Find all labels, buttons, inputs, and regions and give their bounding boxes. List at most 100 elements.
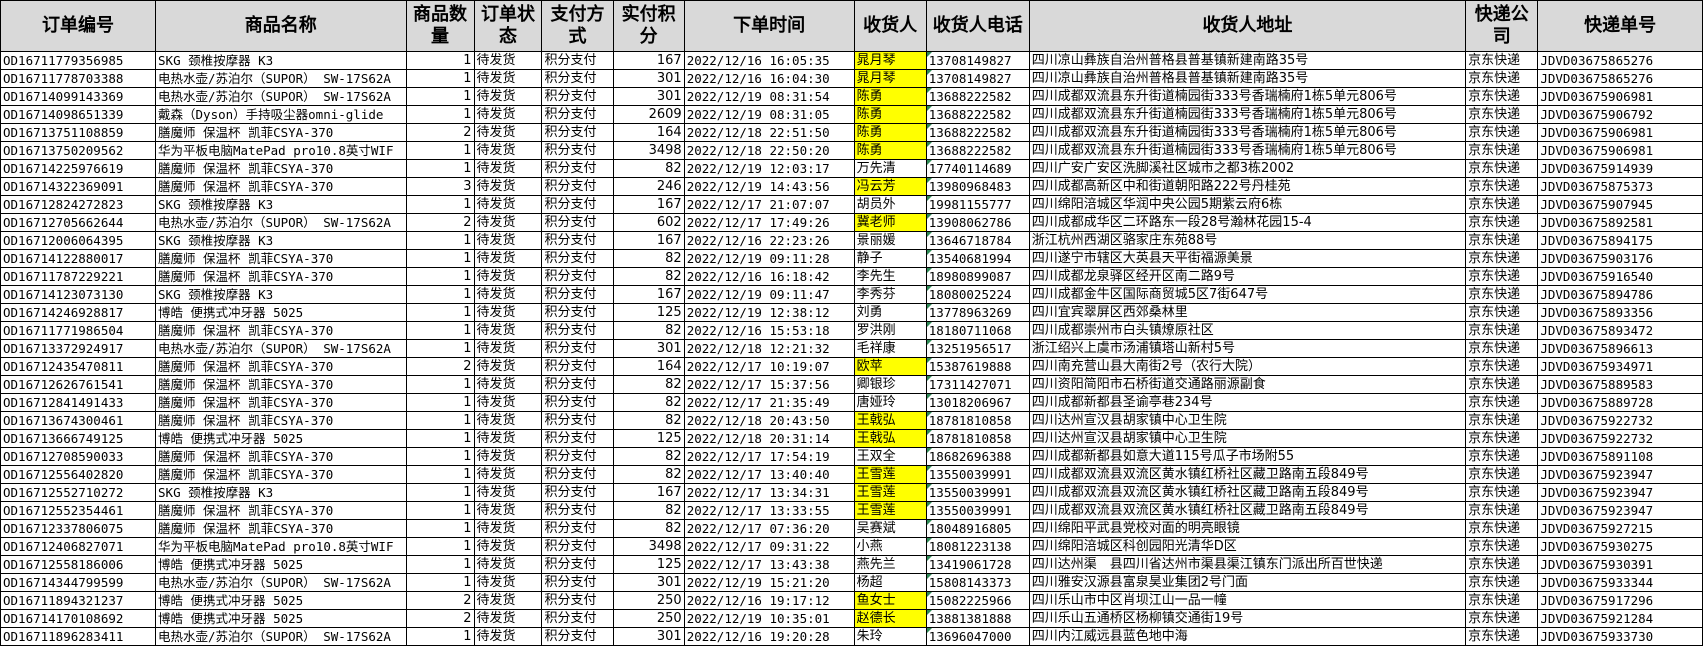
quantity-cell[interactable]: 2 <box>405 609 475 628</box>
courier-cell[interactable]: 京东快递 <box>1465 447 1539 466</box>
order-time-cell[interactable]: 2022/12/19 10:35:01 <box>683 609 855 628</box>
header-courier[interactable]: 快递公司 <box>1465 0 1539 52</box>
payment-method-cell[interactable]: 积分支付 <box>541 447 614 466</box>
header-tracking-number[interactable]: 快递单号 <box>1537 0 1703 52</box>
status-cell[interactable]: 待发货 <box>473 321 543 340</box>
order-id-cell[interactable]: OD16712337806075 <box>0 519 157 538</box>
status-cell[interactable]: 待发货 <box>473 483 543 502</box>
order-id-cell[interactable]: OD16712841491433 <box>0 393 157 412</box>
header-recipient-phone[interactable]: 收货人电话 <box>925 0 1030 52</box>
address-cell[interactable]: 四川成都高新区中和街道朝阳路222号丹桂苑 <box>1028 177 1467 196</box>
quantity-cell[interactable]: 2 <box>405 123 475 142</box>
quantity-cell[interactable]: 1 <box>405 267 475 286</box>
recipient-cell[interactable]: 王戟弘 <box>853 429 927 448</box>
courier-cell[interactable]: 京东快递 <box>1465 591 1539 610</box>
quantity-cell[interactable]: 1 <box>405 195 475 214</box>
points-cell[interactable]: 82 <box>612 267 685 286</box>
product-name-cell[interactable]: 膳魔师 保温杯 凯菲CSYA-370 <box>155 411 407 430</box>
payment-method-cell[interactable]: 积分支付 <box>541 393 614 412</box>
phone-cell[interactable]: 17311427071 <box>925 375 1030 394</box>
recipient-cell[interactable]: 李秀芬 <box>853 285 927 304</box>
address-cell[interactable]: 四川凉山彝族自治州普格县普基镇新建南路35号 <box>1028 51 1467 70</box>
phone-cell[interactable]: 18682696388 <box>925 447 1030 466</box>
phone-cell[interactable]: 13688222582 <box>925 105 1030 124</box>
phone-cell[interactable]: 13980968483 <box>925 177 1030 196</box>
address-cell[interactable]: 四川绵阳平武县党校对面的明亮眼镜 <box>1028 519 1467 538</box>
header-product-name[interactable]: 商品名称 <box>155 0 407 52</box>
header-points-paid[interactable]: 实付积分 <box>612 0 685 52</box>
product-name-cell[interactable]: 博皓 便携式冲牙器 5025 <box>155 609 407 628</box>
product-name-cell[interactable]: 膳魔师 保温杯 凯菲CSYA-370 <box>155 447 407 466</box>
phone-cell[interactable]: 18980899087 <box>925 267 1030 286</box>
address-cell[interactable]: 四川成都崇州市白头镇燎原社区 <box>1028 321 1467 340</box>
product-name-cell[interactable]: 电热水壶/苏泊尔（SUPOR） SW-17S62A <box>155 573 407 592</box>
quantity-cell[interactable]: 2 <box>405 357 475 376</box>
payment-method-cell[interactable]: 积分支付 <box>541 627 614 646</box>
product-name-cell[interactable]: 电热水壶/苏泊尔（SUPOR） SW-17S62A <box>155 213 407 232</box>
recipient-cell[interactable]: 王雪莲 <box>853 483 927 502</box>
payment-method-cell[interactable]: 积分支付 <box>541 483 614 502</box>
order-id-cell[interactable]: OD16712406827071 <box>0 537 157 556</box>
quantity-cell[interactable]: 1 <box>405 375 475 394</box>
quantity-cell[interactable]: 2 <box>405 591 475 610</box>
order-id-cell[interactable]: OD16712006064395 <box>0 231 157 250</box>
points-cell[interactable]: 82 <box>612 519 685 538</box>
order-time-cell[interactable]: 2022/12/19 08:31:05 <box>683 105 855 124</box>
payment-method-cell[interactable]: 积分支付 <box>541 591 614 610</box>
quantity-cell[interactable]: 1 <box>405 69 475 88</box>
order-id-cell[interactable]: OD16711771986504 <box>0 321 157 340</box>
order-id-cell[interactable]: OD16712552710272 <box>0 483 157 502</box>
order-id-cell[interactable]: OD16711778703388 <box>0 69 157 88</box>
payment-method-cell[interactable]: 积分支付 <box>541 303 614 322</box>
payment-method-cell[interactable]: 积分支付 <box>541 213 614 232</box>
address-cell[interactable]: 四川成都金牛区国际商贸城5区7街647号 <box>1028 285 1467 304</box>
points-cell[interactable]: 167 <box>612 195 685 214</box>
tracking-number-cell[interactable]: JDVD03675930391 <box>1537 555 1703 574</box>
order-time-cell[interactable]: 2022/12/16 22:23:26 <box>683 231 855 250</box>
order-id-cell[interactable]: OD16711779356985 <box>0 51 157 70</box>
order-time-cell[interactable]: 2022/12/17 10:19:07 <box>683 357 855 376</box>
address-cell[interactable]: 四川南充营山县大南街2号（农行大院） <box>1028 357 1467 376</box>
phone-cell[interactable]: 13550039991 <box>925 483 1030 502</box>
points-cell[interactable]: 82 <box>612 393 685 412</box>
status-cell[interactable]: 待发货 <box>473 591 543 610</box>
payment-method-cell[interactable]: 积分支付 <box>541 69 614 88</box>
phone-cell[interactable]: 18180711068 <box>925 321 1030 340</box>
courier-cell[interactable]: 京东快递 <box>1465 573 1539 592</box>
product-name-cell[interactable]: 膳魔师 保温杯 凯菲CSYA-370 <box>155 375 407 394</box>
points-cell[interactable]: 3498 <box>612 537 685 556</box>
status-cell[interactable]: 待发货 <box>473 555 543 574</box>
recipient-cell[interactable]: 冀老师 <box>853 213 927 232</box>
courier-cell[interactable]: 京东快递 <box>1465 123 1539 142</box>
tracking-number-cell[interactable]: JDVD03675921284 <box>1537 609 1703 628</box>
payment-method-cell[interactable]: 积分支付 <box>541 195 614 214</box>
courier-cell[interactable]: 京东快递 <box>1465 69 1539 88</box>
tracking-number-cell[interactable]: JDVD03675934971 <box>1537 357 1703 376</box>
status-cell[interactable]: 待发货 <box>473 339 543 358</box>
order-id-cell[interactable]: OD16714122880017 <box>0 249 157 268</box>
quantity-cell[interactable]: 1 <box>405 429 475 448</box>
phone-cell[interactable]: 18781810858 <box>925 429 1030 448</box>
recipient-cell[interactable]: 陈勇 <box>853 123 927 142</box>
address-cell[interactable]: 四川成都双流县东升街道楠园街333号香瑞楠府1栋5单元806号 <box>1028 141 1467 160</box>
product-name-cell[interactable]: 膳魔师 保温杯 凯菲CSYA-370 <box>155 177 407 196</box>
quantity-cell[interactable]: 1 <box>405 231 475 250</box>
order-time-cell[interactable]: 2022/12/17 13:33:55 <box>683 501 855 520</box>
tracking-number-cell[interactable]: JDVD03675923947 <box>1537 483 1703 502</box>
address-cell[interactable]: 四川成都双流县东升街道楠园街333号香瑞楠府1栋5单元806号 <box>1028 87 1467 106</box>
payment-method-cell[interactable]: 积分支付 <box>541 105 614 124</box>
phone-cell[interactable]: 15808143373 <box>925 573 1030 592</box>
address-cell[interactable]: 四川绵阳涪城区华润中央公园5期紫云府6栋 <box>1028 195 1467 214</box>
payment-method-cell[interactable]: 积分支付 <box>541 411 614 430</box>
status-cell[interactable]: 待发货 <box>473 447 543 466</box>
points-cell[interactable]: 301 <box>612 627 685 646</box>
courier-cell[interactable]: 京东快递 <box>1465 483 1539 502</box>
phone-cell[interactable]: 13646718784 <box>925 231 1030 250</box>
courier-cell[interactable]: 京东快递 <box>1465 555 1539 574</box>
courier-cell[interactable]: 京东快递 <box>1465 177 1539 196</box>
tracking-number-cell[interactable]: JDVD03675923947 <box>1537 465 1703 484</box>
product-name-cell[interactable]: 电热水壶/苏泊尔（SUPOR） SW-17S62A <box>155 339 407 358</box>
order-id-cell[interactable]: OD16713666749125 <box>0 429 157 448</box>
phone-cell[interactable]: 13550039991 <box>925 501 1030 520</box>
tracking-number-cell[interactable]: JDVD03675875373 <box>1537 177 1703 196</box>
